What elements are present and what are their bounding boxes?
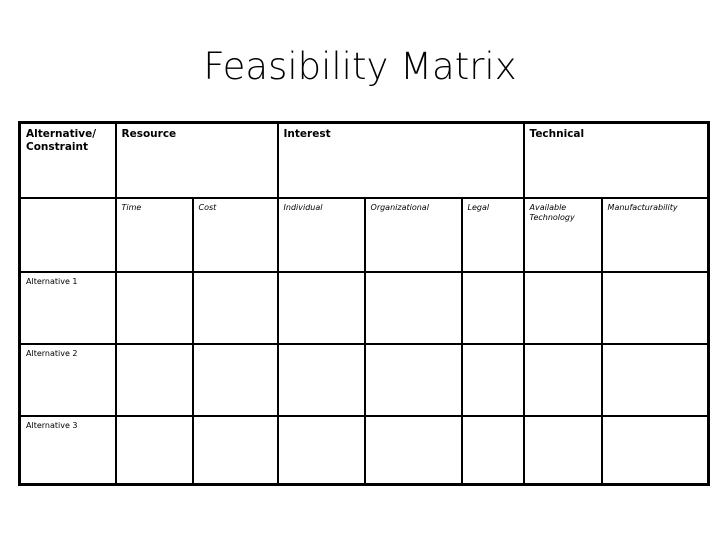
cell-alt1-legal[interactable] bbox=[460, 270, 525, 345]
matrix-header-main-row: Alternative/ Constraint Resource Interes… bbox=[18, 121, 710, 199]
row-label-alternative-2: Alternative 2 bbox=[18, 342, 117, 417]
cell-alt1-individual[interactable] bbox=[276, 270, 366, 345]
cell-alt3-cost[interactable] bbox=[191, 414, 279, 486]
header-technical: Technical bbox=[522, 121, 710, 199]
slide-canvas: Feasibility Matrix Alternative/ Constrai… bbox=[0, 0, 720, 540]
cell-alt2-legal[interactable] bbox=[460, 342, 525, 417]
cell-alt2-cost[interactable] bbox=[191, 342, 279, 417]
cell-alt3-organizational[interactable] bbox=[363, 414, 463, 486]
row-label-alternative-3: Alternative 3 bbox=[18, 414, 117, 486]
cell-alt3-time[interactable] bbox=[114, 414, 194, 486]
header-interest: Interest bbox=[276, 121, 525, 199]
subheader-individual: Individual bbox=[276, 196, 366, 273]
table-row: Alternative 3 bbox=[18, 414, 710, 486]
page-title: Feasibility Matrix bbox=[203, 45, 517, 88]
cell-alt1-cost[interactable] bbox=[191, 270, 279, 345]
feasibility-matrix-container: Alternative/ Constraint Resource Interes… bbox=[18, 121, 711, 486]
matrix-header-sub-row: Time Cost Individual Organizational Lega… bbox=[18, 196, 710, 273]
cell-alt2-time[interactable] bbox=[114, 342, 194, 417]
cell-alt1-available-technology[interactable] bbox=[522, 270, 603, 345]
cell-alt3-legal[interactable] bbox=[460, 414, 525, 486]
cell-alt1-manufacturability[interactable] bbox=[600, 270, 710, 345]
cell-alt2-individual[interactable] bbox=[276, 342, 366, 417]
subheader-available-technology: Available Technology bbox=[522, 196, 603, 273]
cell-alt1-organizational[interactable] bbox=[363, 270, 463, 345]
table-row: Alternative 2 bbox=[18, 342, 710, 417]
cell-alt3-available-technology[interactable] bbox=[522, 414, 603, 486]
row-label-alternative-1: Alternative 1 bbox=[18, 270, 117, 345]
subheader-cost: Cost bbox=[191, 196, 279, 273]
subheader-blank bbox=[18, 196, 117, 273]
cell-alt2-available-technology[interactable] bbox=[522, 342, 603, 417]
feasibility-matrix-table: Alternative/ Constraint Resource Interes… bbox=[18, 121, 711, 486]
table-row: Alternative 1 bbox=[18, 270, 710, 345]
header-resource: Resource bbox=[114, 121, 279, 199]
cell-alt2-organizational[interactable] bbox=[363, 342, 463, 417]
header-alternative-constraint: Alternative/ Constraint bbox=[18, 121, 117, 199]
cell-alt2-manufacturability[interactable] bbox=[600, 342, 710, 417]
subheader-legal: Legal bbox=[460, 196, 525, 273]
cell-alt1-time[interactable] bbox=[114, 270, 194, 345]
subheader-manufacturability: Manufacturability bbox=[600, 196, 710, 273]
cell-alt3-manufacturability[interactable] bbox=[600, 414, 710, 486]
subheader-time: Time bbox=[114, 196, 194, 273]
subheader-organizational: Organizational bbox=[363, 196, 463, 273]
cell-alt3-individual[interactable] bbox=[276, 414, 366, 486]
